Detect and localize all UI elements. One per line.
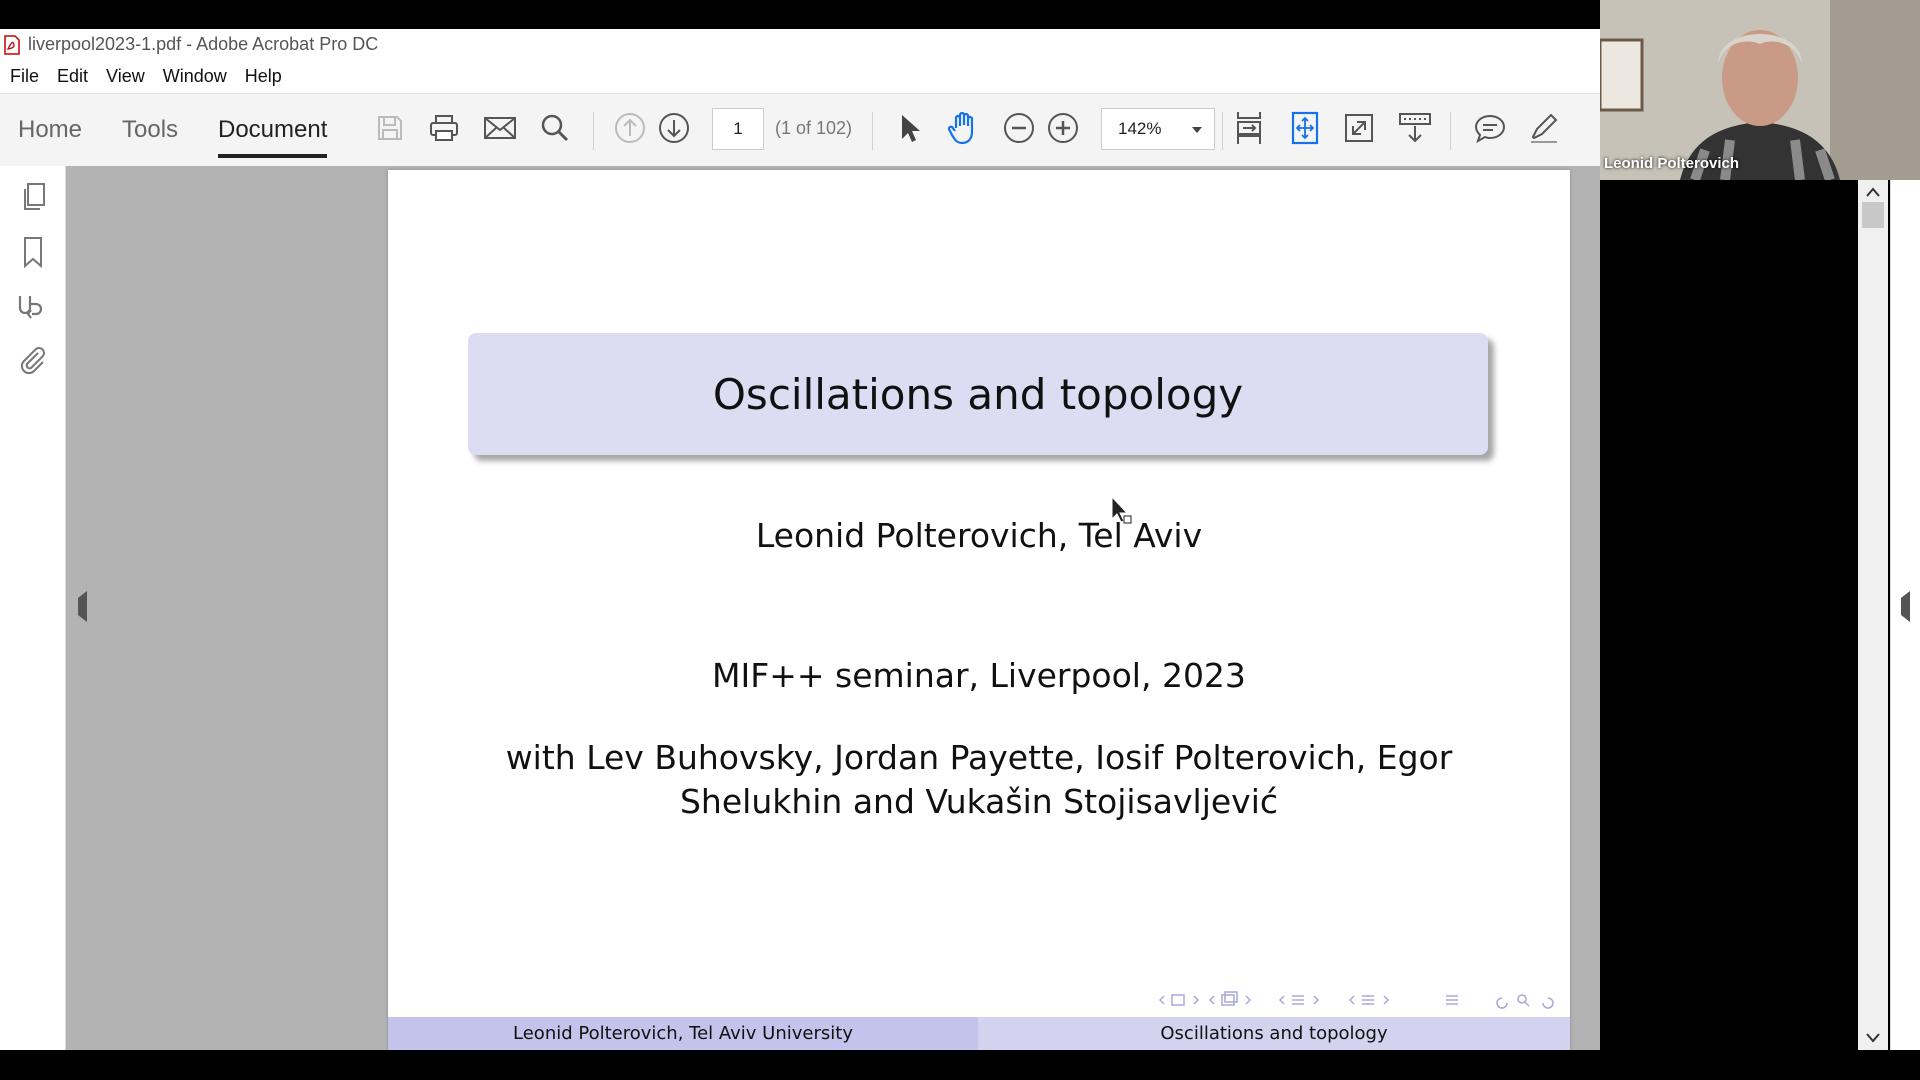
email-icon[interactable] [482, 110, 518, 146]
next-page-icon[interactable] [656, 110, 692, 146]
pages-icon[interactable] [16, 180, 50, 214]
participant-name: Leonid Polterovich [1604, 155, 1740, 172]
select-cursor-icon[interactable] [892, 110, 928, 146]
slide-event: MIF++ seminar, Liverpool, 2023 [712, 656, 1246, 695]
beamer-navigation-symbols [1156, 990, 1556, 1010]
participant-video-feed [1600, 0, 1920, 180]
toolbar-divider [872, 112, 873, 150]
fullscreen-icon[interactable] [1341, 110, 1377, 146]
fit-page-icon[interactable] [1287, 110, 1323, 146]
pdf-file-icon [4, 34, 20, 55]
menu-file[interactable]: File [10, 66, 39, 87]
scroll-up-icon[interactable] [1866, 184, 1880, 202]
slide-title: Oscillations and topology [712, 369, 1244, 419]
attachment-icon[interactable] [16, 343, 50, 377]
navigation-pane [0, 166, 66, 1050]
mouse-cursor-icon [1110, 495, 1132, 535]
zoom-value: 142% [1118, 119, 1162, 138]
slide-author: Leonid Polterovich, Tel Aviv [755, 516, 1203, 555]
tab-document[interactable]: Document [218, 116, 328, 158]
zoom-in-icon[interactable] [1045, 110, 1081, 146]
menu-edit[interactable]: Edit [57, 66, 88, 87]
menu-bar: File Edit View Window Help [0, 60, 1600, 92]
menu-view[interactable]: View [106, 66, 145, 87]
title-bar: liverpool2023-1.pdf - Adobe Acrobat Pro … [0, 29, 1600, 60]
slide-title-box: Oscillations and topology [468, 333, 1488, 455]
footer-title: Oscillations and topology [1160, 1023, 1388, 1044]
slide-coauthors-line-1: with Lev Buhovsky, Jordan Payette, Iosif… [505, 738, 1453, 777]
save-icon[interactable] [372, 110, 408, 146]
footer-right: Oscillations and topology [978, 1017, 1570, 1050]
main-toolbar: Home Tools Document 1 (1 of 102) 142% [0, 93, 1600, 167]
menu-window[interactable]: Window [163, 66, 227, 87]
slide-coauthors-line-2: Shelukhin and Vukašin Stojisavljević [679, 782, 1279, 821]
zoom-out-icon[interactable] [1001, 110, 1037, 146]
scroll-down-icon[interactable] [1866, 1030, 1880, 1048]
right-pane-toggle[interactable] [1890, 166, 1920, 1050]
tab-home[interactable]: Home [18, 116, 82, 144]
search-icon[interactable] [537, 110, 573, 146]
scrollbar-thumb[interactable] [1862, 202, 1884, 228]
toolbar-divider [593, 112, 594, 150]
toolbar-divider [1450, 112, 1451, 150]
chevron-down-icon [1192, 127, 1202, 133]
page-count-label: (1 of 102) [775, 118, 853, 138]
footer-left: Leonid Polterovich, Tel Aviv University [388, 1017, 978, 1050]
hand-tool-icon[interactable] [946, 110, 982, 146]
participant-video: Leonid Polterovich [1600, 0, 1920, 180]
comment-icon[interactable] [1472, 110, 1508, 146]
page-number-input[interactable]: 1 [712, 108, 764, 150]
collapse-left-pane-icon[interactable] [78, 591, 87, 622]
zoom-select[interactable]: 142% [1101, 108, 1215, 150]
window-title: liverpool2023-1.pdf - Adobe Acrobat Pro … [28, 34, 379, 54]
bookmark-icon[interactable] [16, 235, 50, 269]
scroll-mode-icon[interactable] [1231, 110, 1267, 146]
menu-help[interactable]: Help [245, 66, 282, 87]
slide-footer: Leonid Polterovich, Tel Aviv University … [388, 1017, 1570, 1050]
vertical-scrollbar[interactable] [1858, 180, 1888, 1050]
read-mode-icon[interactable] [1397, 110, 1433, 146]
print-icon[interactable] [426, 110, 462, 146]
footer-author: Leonid Polterovich, Tel Aviv University [513, 1023, 853, 1044]
toolbar-divider [1222, 112, 1223, 150]
tab-tools[interactable]: Tools [122, 116, 178, 144]
prev-page-icon[interactable] [612, 110, 648, 146]
signature-icon[interactable] [16, 289, 50, 323]
pdf-page[interactable]: Oscillations and topology Leonid Poltero… [388, 170, 1570, 1050]
expand-right-pane-icon[interactable] [1901, 591, 1910, 622]
highlight-pen-icon[interactable] [1526, 110, 1562, 146]
